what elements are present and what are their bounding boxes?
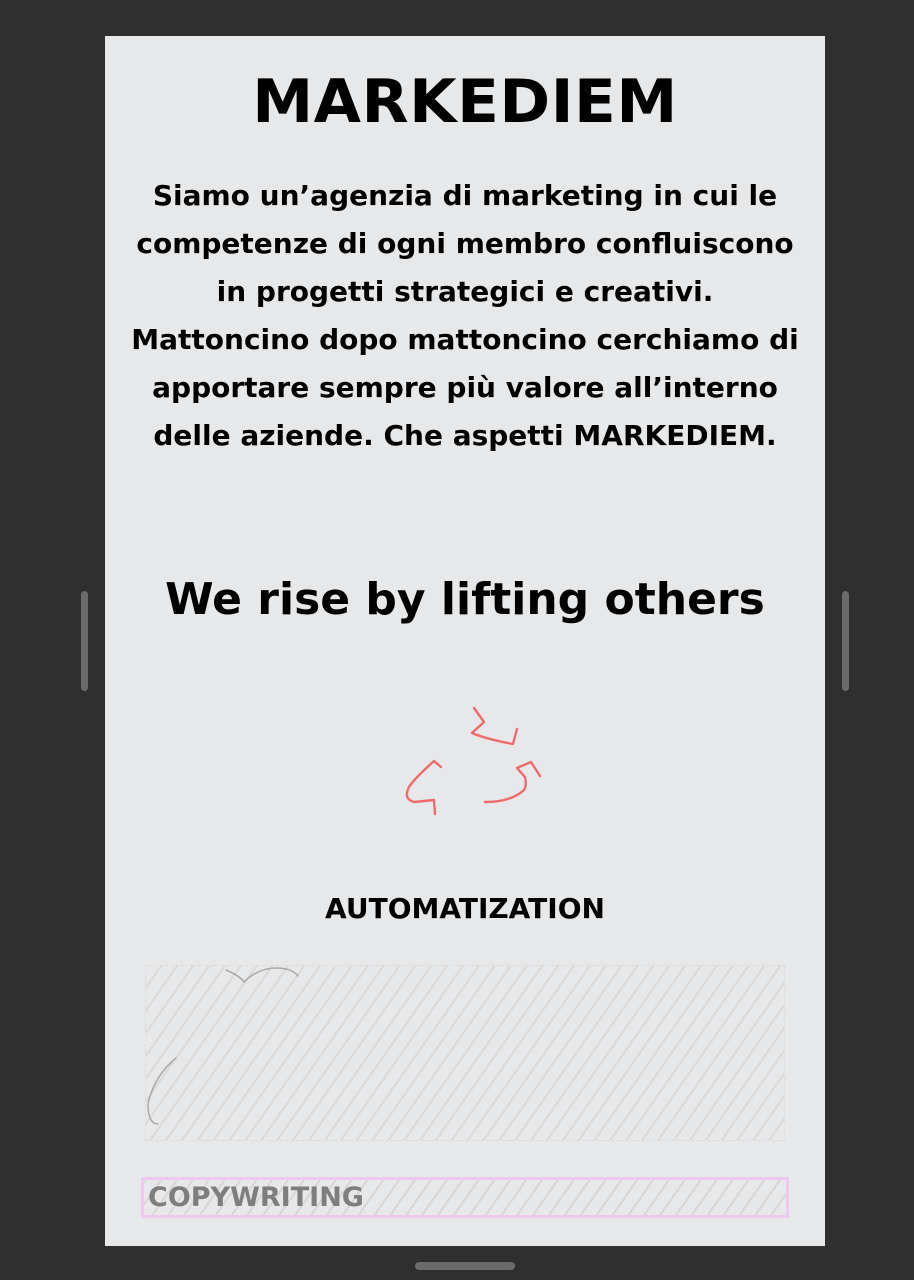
intro-paragraph: Siamo un’agenzia di marketing in cui le … (131, 172, 799, 460)
intro-text-middle: in cui le competenze di ogni membro conf… (131, 179, 799, 452)
intro-text-start: Siamo un’ (152, 179, 311, 212)
right-scroll-handle[interactable] (842, 591, 849, 691)
copywriting-heading: COPYWRITING (148, 1182, 364, 1213)
slogan-heading: We rise by lifting others (165, 574, 765, 625)
intro-text-end: . (765, 419, 777, 452)
page-content: MARKEDIEM Siamo un’agenzia di marketing … (105, 36, 825, 1246)
recycle-icon (401, 706, 545, 818)
left-scroll-handle[interactable] (81, 591, 88, 691)
intro-highlight: agenzia di marketing (310, 179, 644, 212)
copywriting-box[interactable]: COPYWRITING (141, 1177, 789, 1218)
intro-brand-inline: MARKEDIEM (573, 419, 766, 452)
automatization-image-placeholder (145, 965, 785, 1141)
automatization-heading: AUTOMATIZATION (325, 892, 605, 925)
brand-title: MARKEDIEM (252, 67, 678, 137)
home-indicator[interactable] (415, 1262, 515, 1270)
